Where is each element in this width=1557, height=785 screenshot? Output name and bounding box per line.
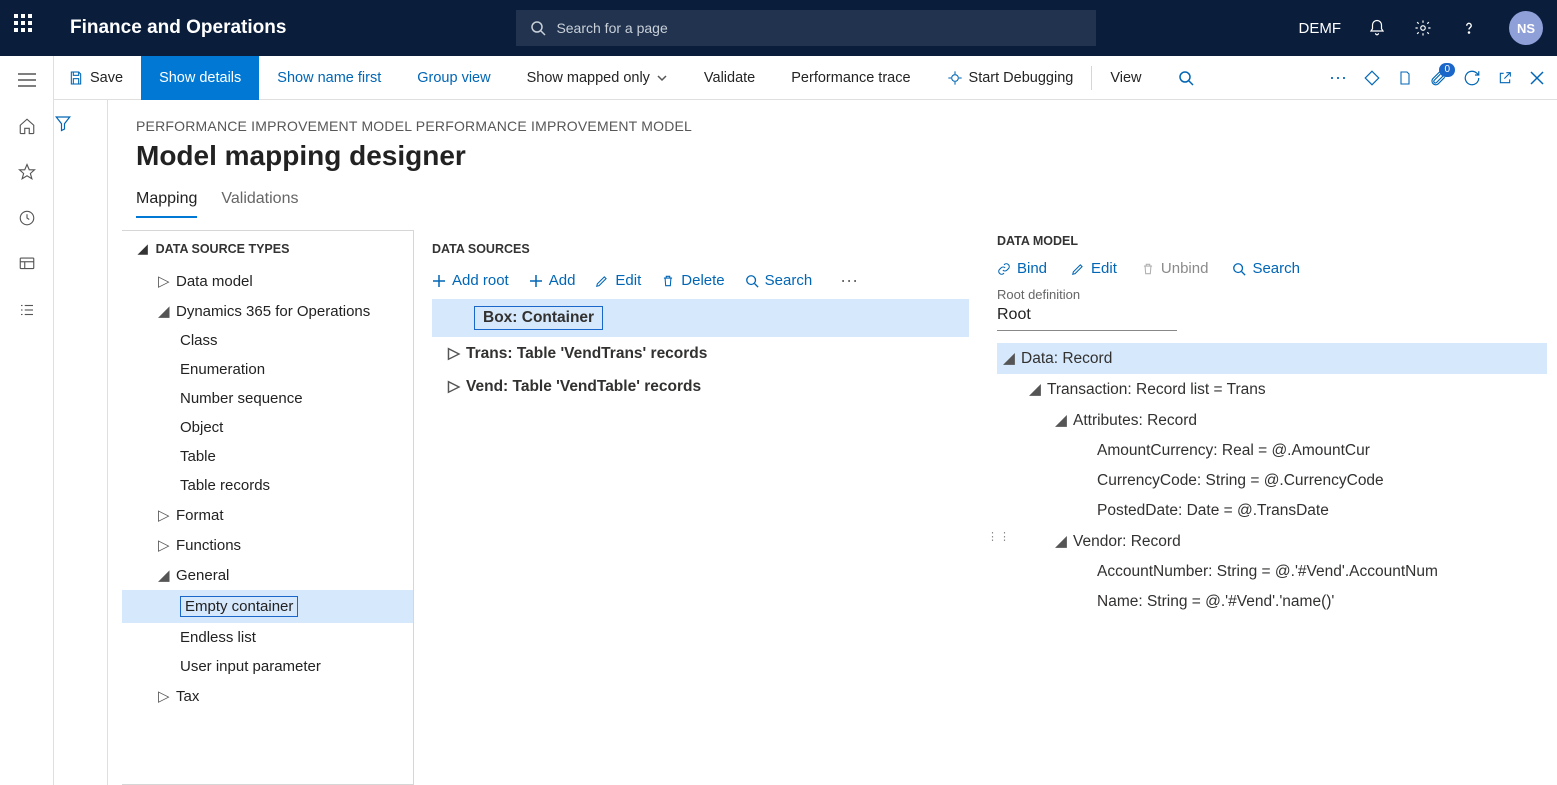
- search-placeholder: Search for a page: [556, 20, 667, 36]
- view-button[interactable]: View: [1092, 56, 1159, 100]
- attachments-icon[interactable]: 0: [1429, 69, 1447, 87]
- app-header: Finance and Operations Search for a page…: [0, 0, 1557, 56]
- root-definition-value[interactable]: Root: [997, 302, 1177, 331]
- app-title: Finance and Operations: [70, 17, 286, 39]
- office-icon[interactable]: [1397, 69, 1413, 87]
- performance-trace-button[interactable]: Performance trace: [773, 56, 928, 100]
- attachments-count: 0: [1439, 63, 1455, 77]
- data-source-types-panel: ◢DATA SOURCE TYPES ▷Data model ◢Dynamics…: [122, 230, 414, 785]
- action-toolbar: Save Show details Show name first Group …: [54, 56, 1557, 100]
- app-launcher-icon[interactable]: [14, 14, 42, 42]
- show-details-button[interactable]: Show details: [141, 56, 259, 100]
- bind-button[interactable]: Bind: [997, 260, 1047, 277]
- tree-item-d365[interactable]: ◢Dynamics 365 for Operations: [122, 296, 413, 326]
- dm-item-vendor[interactable]: ◢Vendor: Record: [997, 526, 1547, 557]
- data-model-panel: DATA MODEL Bind Edit Unbind Search Root …: [997, 230, 1557, 785]
- tree-item-class[interactable]: Class: [122, 326, 413, 355]
- filter-rail: [54, 100, 108, 785]
- filter-icon[interactable]: [54, 114, 107, 132]
- help-icon[interactable]: [1459, 18, 1479, 38]
- page-title: Model mapping designer: [136, 140, 1557, 172]
- dm-item-account[interactable]: AccountNumber: String = @.'#Vend'.Accoun…: [997, 557, 1547, 587]
- show-name-first-button[interactable]: Show name first: [259, 56, 399, 100]
- tree-item-general[interactable]: ◢General: [122, 560, 413, 590]
- edit-button[interactable]: Edit: [595, 272, 641, 289]
- splitter[interactable]: ⋮⋮: [987, 230, 997, 785]
- ds-item-vend[interactable]: ▷Vend: Table 'VendTable' records: [432, 370, 969, 403]
- nav-rail: [0, 56, 54, 785]
- show-mapped-only-dropdown[interactable]: Show mapped only: [509, 56, 686, 100]
- add-button[interactable]: Add: [529, 272, 576, 289]
- modules-icon[interactable]: [17, 300, 37, 320]
- tree-item-table-records[interactable]: Table records: [122, 471, 413, 500]
- data-source-types-heading: DATA SOURCE TYPES: [156, 242, 290, 256]
- validate-button[interactable]: Validate: [686, 56, 773, 100]
- root-definition-label: Root definition: [997, 287, 1547, 302]
- refresh-icon[interactable]: [1463, 69, 1481, 87]
- search-model-button[interactable]: Search: [1232, 260, 1300, 277]
- breadcrumb: PERFORMANCE IMPROVEMENT MODEL PERFORMANC…: [136, 118, 1557, 134]
- edit-model-button[interactable]: Edit: [1071, 260, 1117, 277]
- bell-icon[interactable]: [1367, 18, 1387, 38]
- data-sources-heading: DATA SOURCES: [432, 242, 969, 256]
- ds-item-trans[interactable]: ▷Trans: Table 'VendTrans' records: [432, 337, 969, 370]
- tree-item-format[interactable]: ▷Format: [122, 500, 413, 530]
- dm-item-amount[interactable]: AmountCurrency: Real = @.AmountCur: [997, 436, 1547, 466]
- tree-item-object[interactable]: Object: [122, 413, 413, 442]
- company-indicator[interactable]: DEMF: [1299, 20, 1342, 37]
- data-sources-panel: DATA SOURCES Add root Add Edit Delete Se…: [414, 230, 987, 785]
- tree-item-number-sequence[interactable]: Number sequence: [122, 384, 413, 413]
- workspace-icon[interactable]: [17, 254, 37, 274]
- star-icon[interactable]: [17, 162, 37, 182]
- toolbar-search-button[interactable]: [1160, 56, 1212, 100]
- hamburger-icon[interactable]: [17, 70, 37, 90]
- data-model-heading: DATA MODEL: [997, 234, 1547, 248]
- popout-icon[interactable]: [1497, 70, 1513, 86]
- unbind-button: Unbind: [1141, 260, 1209, 277]
- gear-icon[interactable]: [1413, 18, 1433, 38]
- delete-button[interactable]: Delete: [661, 272, 724, 289]
- dm-item-transaction[interactable]: ◢Transaction: Record list = Trans: [997, 374, 1547, 405]
- group-view-button[interactable]: Group view: [399, 56, 508, 100]
- chevron-down-icon: [656, 72, 668, 84]
- clock-icon[interactable]: [17, 208, 37, 228]
- tab-validations[interactable]: Validations: [221, 190, 298, 218]
- dm-item-attributes[interactable]: ◢Attributes: Record: [997, 405, 1547, 436]
- more-icon[interactable]: ···: [1329, 67, 1347, 88]
- start-debugging-button[interactable]: Start Debugging: [929, 56, 1092, 100]
- user-avatar[interactable]: NS: [1509, 11, 1543, 45]
- close-icon[interactable]: [1529, 70, 1545, 86]
- debug-icon: [947, 70, 963, 86]
- ds-item-box[interactable]: Box: Container: [432, 299, 969, 337]
- dm-item-posted[interactable]: PostedDate: Date = @.TransDate: [997, 496, 1547, 526]
- dm-item-data[interactable]: ◢Data: Record: [997, 343, 1547, 374]
- dm-item-name[interactable]: Name: String = @.'#Vend'.'name()': [997, 587, 1547, 617]
- add-root-button[interactable]: Add root: [432, 272, 509, 289]
- tree-item-table[interactable]: Table: [122, 442, 413, 471]
- tree-item-data-model[interactable]: ▷Data model: [122, 266, 413, 296]
- tree-item-endless-list[interactable]: Endless list: [122, 623, 413, 652]
- tab-strip: Mapping Validations: [136, 190, 1557, 218]
- tree-item-user-input-parameter[interactable]: User input parameter: [122, 652, 413, 681]
- tab-mapping[interactable]: Mapping: [136, 190, 197, 218]
- save-label: Save: [90, 70, 123, 86]
- search-button[interactable]: Search: [745, 272, 813, 289]
- tree-item-functions[interactable]: ▷Functions: [122, 530, 413, 560]
- dm-item-currency[interactable]: CurrencyCode: String = @.CurrencyCode: [997, 466, 1547, 496]
- tree-item-empty-container[interactable]: Empty container: [122, 590, 413, 623]
- tree-item-enumeration[interactable]: Enumeration: [122, 355, 413, 384]
- search-icon: [530, 20, 546, 36]
- save-button[interactable]: Save: [54, 56, 141, 100]
- more-icon[interactable]: ···: [840, 270, 858, 291]
- diamond-icon[interactable]: [1363, 69, 1381, 87]
- tree-item-tax[interactable]: ▷Tax: [122, 681, 413, 711]
- home-icon[interactable]: [17, 116, 37, 136]
- global-search[interactable]: Search for a page: [516, 10, 1096, 46]
